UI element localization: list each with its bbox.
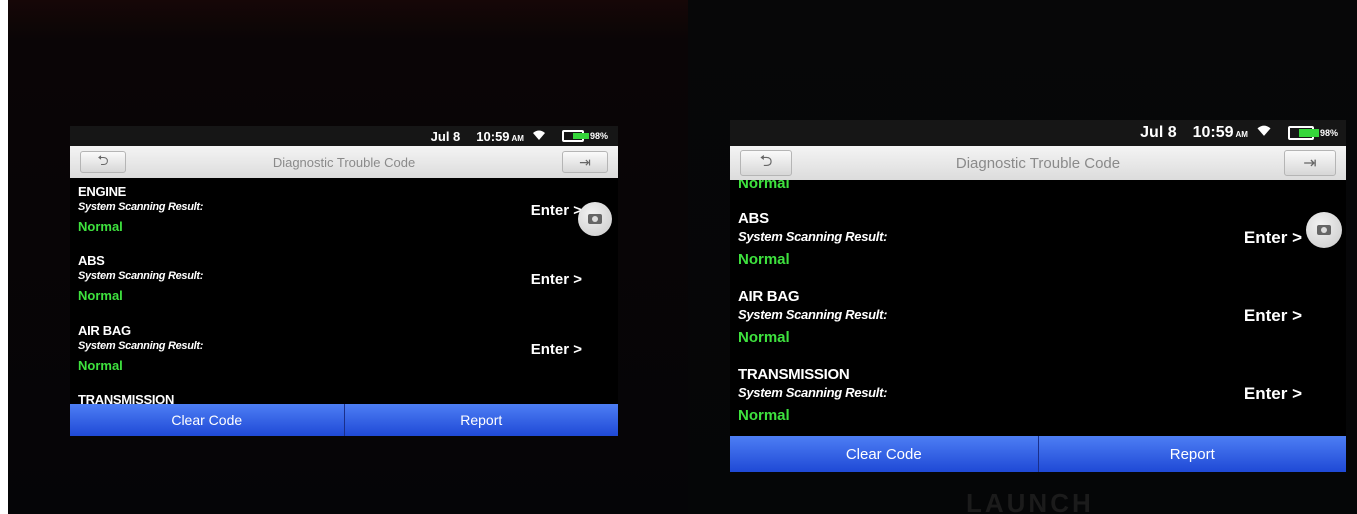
back-arrow-icon: ⮌	[97, 152, 109, 168]
battery-percent: 98%	[589, 131, 608, 141]
wifi-icon	[1256, 124, 1272, 142]
back-button[interactable]: ⮌	[80, 151, 126, 173]
clear-code-button[interactable]: Clear Code	[70, 404, 344, 436]
device-screen: Jul 8 10:59 AM 98% ⮌ Diagnostic Trouble C…	[70, 126, 618, 436]
scan-status: Normal	[78, 219, 123, 234]
exit-button[interactable]: ⇥	[1284, 150, 1336, 176]
list-item-transmission[interactable]: TRANSMISSION	[78, 392, 618, 404]
exit-icon: ⇥	[579, 153, 591, 170]
system-name: ABS	[738, 210, 769, 227]
photo-right: Jul 8 10:59 AM 98% ⮌ Diagnostic Trouble C…	[688, 0, 1357, 514]
exit-icon: ⇥	[1303, 155, 1317, 172]
status-ampm: AM	[1235, 130, 1248, 139]
status-date: Jul 8	[430, 128, 461, 144]
system-name: AIR BAG	[738, 288, 800, 305]
enter-button[interactable]: Enter >	[1244, 228, 1302, 248]
bottom-bar: Clear Code Report	[730, 436, 1346, 472]
scan-status: Normal	[738, 180, 790, 192]
bottom-bar: Clear Code Report	[70, 404, 618, 436]
scan-status: Normal	[738, 407, 790, 424]
enter-button[interactable]: Enter >	[531, 271, 582, 288]
status-date: Jul 8	[1140, 124, 1177, 141]
enter-button[interactable]: Enter >	[1244, 306, 1302, 326]
list-item-airbag[interactable]: AIR BAG System Scanning Result: Normal E…	[738, 288, 1346, 346]
status-time: 10:59	[476, 128, 510, 144]
wifi-icon	[532, 129, 546, 144]
title-bar: ⮌ Diagnostic Trouble Code ⇥	[70, 146, 618, 178]
system-list: ENGINE System Scanning Result: Normal En…	[70, 178, 618, 404]
system-name: AIR BAG	[78, 323, 131, 338]
report-button[interactable]: Report	[343, 404, 618, 436]
exit-button[interactable]: ⇥	[562, 151, 608, 173]
clear-code-button[interactable]: Clear Code	[730, 436, 1038, 472]
battery-icon: 98%	[554, 130, 608, 142]
page-title: Diagnostic Trouble Code	[955, 154, 1121, 172]
enter-button[interactable]: Enter >	[531, 202, 582, 219]
scan-status: Normal	[738, 329, 790, 346]
device-screen: Jul 8 10:59 AM 98% ⮌ Diagnostic Trouble C…	[730, 120, 1346, 472]
back-arrow-icon: ⮌	[759, 152, 773, 170]
system-name: TRANSMISSION	[738, 366, 850, 383]
scan-status: Normal	[738, 251, 790, 268]
list-item-abs[interactable]: ABS System Scanning Result: Normal Enter…	[738, 210, 1346, 268]
enter-button[interactable]: Enter >	[1244, 384, 1302, 404]
device-brand-logo: LAUNCH	[966, 488, 1094, 514]
list-item-abs[interactable]: ABS System Scanning Result: Normal Enter…	[78, 253, 618, 303]
system-name: ENGINE	[78, 184, 127, 199]
list-item-transmission[interactable]: TRANSMISSION System Scanning Result: Nor…	[738, 366, 1346, 424]
scan-status: Normal	[78, 288, 123, 303]
photo-left: Jul 8 10:59 AM 98% ⮌ Diagnostic Trouble C…	[8, 0, 688, 514]
system-list: Normal ABS System Scanning Result: Norma…	[730, 180, 1346, 436]
scan-status: Normal	[78, 358, 123, 373]
enter-button[interactable]: Enter >	[531, 341, 582, 358]
back-button[interactable]: ⮌	[740, 150, 792, 176]
page-title: Diagnostic Trouble Code	[272, 154, 416, 170]
camera-icon[interactable]	[578, 202, 612, 236]
status-bar: Jul 8 10:59 AM 98%	[70, 126, 618, 146]
system-name: ABS	[78, 253, 105, 268]
status-ampm: AM	[511, 133, 524, 143]
battery-icon: 98%	[1280, 126, 1338, 140]
battery-percent: 98%	[1319, 128, 1338, 138]
report-button[interactable]: Report	[1037, 436, 1346, 472]
system-name: TRANSMISSION	[78, 392, 175, 404]
camera-icon[interactable]	[1306, 212, 1342, 248]
status-time: 10:59	[1192, 124, 1234, 141]
title-bar: ⮌ Diagnostic Trouble Code ⇥	[730, 146, 1346, 180]
list-item-engine[interactable]: ENGINE System Scanning Result: Normal En…	[78, 184, 618, 234]
status-bar: Jul 8 10:59 AM 98%	[730, 120, 1346, 146]
list-item-airbag[interactable]: AIR BAG System Scanning Result: Normal E…	[78, 323, 618, 373]
